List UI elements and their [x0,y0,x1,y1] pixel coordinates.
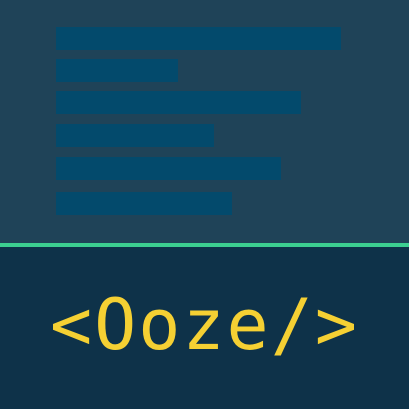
code-line-placeholder [56,91,301,114]
code-line-placeholder [56,124,214,147]
code-line-placeholder [56,59,178,82]
ooze-logo-text: <Ooze/> [49,284,359,366]
code-line-placeholder [56,157,281,180]
code-preview-panel [0,0,409,243]
logo-tile: <Ooze/> [0,0,409,409]
code-line-placeholder [56,192,232,215]
code-line-placeholder [56,27,341,50]
